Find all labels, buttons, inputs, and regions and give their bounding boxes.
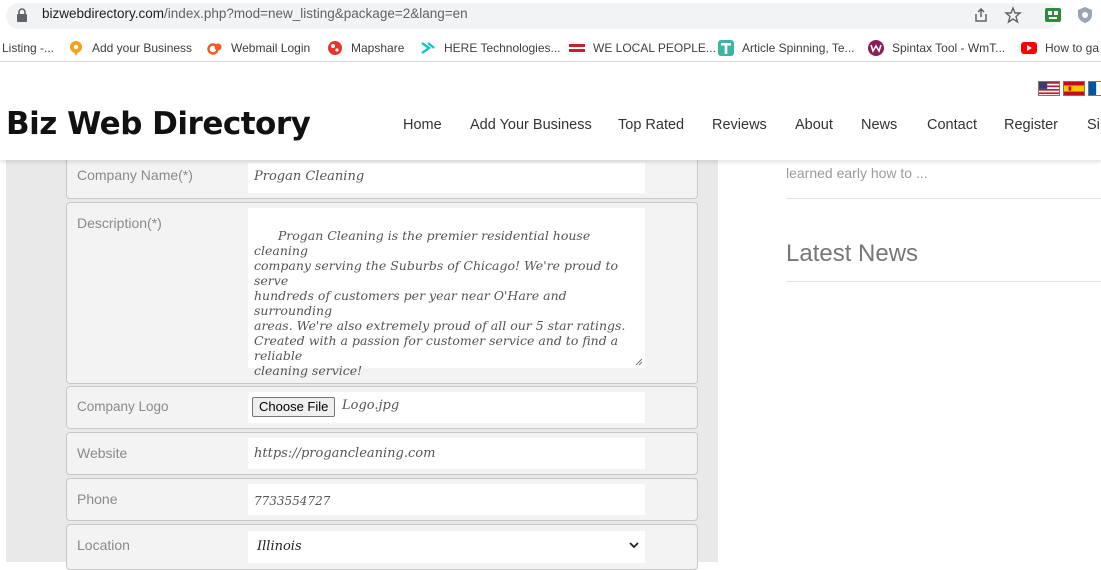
- sidebar-snippet: learned early how to ...: [786, 165, 928, 181]
- company-logo-row: Company Logo Choose File Logo.jpg: [66, 386, 698, 429]
- wmt-icon: [868, 40, 884, 56]
- bookmark-webmail-login[interactable]: Webmail Login: [207, 39, 310, 57]
- sidebar-divider: [786, 198, 1101, 199]
- nav-sign-in[interactable]: Si: [1087, 117, 1100, 133]
- bookmark-article-spinning[interactable]: Article Spinning, Te...: [718, 39, 855, 57]
- bookmark-here-technologies[interactable]: HERE Technologies...: [420, 39, 561, 57]
- company-name-row: Company Name(*) Progan Cleaning: [66, 156, 698, 199]
- bookmark-label: Mapshare: [351, 41, 405, 55]
- nav-add-your-business[interactable]: Add Your Business: [470, 117, 592, 133]
- bookmark-how-to[interactable]: How to ga: [1021, 39, 1099, 57]
- website-row: Website https://progancleaning.com: [66, 432, 698, 475]
- latest-news-heading: Latest News: [786, 240, 919, 267]
- browser-address-bar: bizwebdirectory.com/index.php?mod=new_li…: [0, 0, 1101, 34]
- choose-file-button[interactable]: Choose File: [252, 397, 336, 417]
- description-text: Progan Cleaning is the premier residenti…: [254, 228, 626, 378]
- chevron-down-icon: [629, 542, 639, 549]
- t-icon: [718, 40, 734, 56]
- flag-us-icon[interactable]: [1038, 81, 1060, 96]
- website-input[interactable]: https://progancleaning.com: [248, 438, 645, 469]
- site-logo[interactable]: Biz Web Directory: [6, 106, 311, 142]
- bookmark-label: Spintax Tool - WmT...: [892, 41, 1006, 55]
- mapshare-icon: [328, 41, 342, 55]
- description-textarea[interactable]: Progan Cleaning is the premier residenti…: [248, 208, 645, 378]
- bookmark-mapshare[interactable]: Mapshare: [327, 39, 404, 57]
- phone-row: Phone 7733554727: [66, 478, 698, 521]
- listing-form: Company Name(*) Progan Cleaning Descript…: [6, 156, 718, 570]
- resize-handle-icon[interactable]: [635, 358, 643, 366]
- bookmark-label: Add your Business: [92, 41, 193, 55]
- location-pin-icon: [70, 41, 82, 56]
- nav-news[interactable]: News: [861, 117, 897, 133]
- description-row: Description(*) Progan Cleaning is the pr…: [66, 202, 698, 384]
- bookmark-add-your-business[interactable]: Add your Business: [68, 39, 192, 57]
- company-name-input[interactable]: Progan Cleaning: [248, 163, 645, 193]
- bookmark-label: HERE Technologies...: [444, 41, 561, 55]
- shield-extension-icon[interactable]: [1076, 6, 1094, 24]
- selected-file-name: Logo.jpg: [342, 398, 400, 413]
- bookmark-label: Article Spinning, Te...: [742, 41, 855, 55]
- bookmarks-bar: Listing -... Add your Business Webmail L…: [0, 34, 1101, 62]
- bookmark-spintax-tool[interactable]: Spintax Tool - WmT...: [868, 39, 1005, 57]
- cpanel-icon: [207, 43, 222, 55]
- bookmark-listing[interactable]: Listing -...: [2, 39, 54, 57]
- company-name-label: Company Name(*): [77, 167, 193, 183]
- nav-register[interactable]: Register: [1004, 117, 1058, 133]
- flag-es-icon[interactable]: [1063, 81, 1085, 96]
- phone-label: Phone: [77, 491, 118, 507]
- nav-top-rated[interactable]: Top Rated: [618, 117, 684, 133]
- nav-home[interactable]: Home: [403, 117, 442, 133]
- website-label: Website: [77, 445, 128, 461]
- company-logo-label: Company Logo: [77, 399, 169, 414]
- share-icon[interactable]: [972, 6, 990, 24]
- company-logo-file-input: Choose File Logo.jpg: [248, 392, 645, 423]
- location-select[interactable]: Illinois: [248, 531, 645, 563]
- url-path: /index.php?mod=new_listing&package=2&lan…: [164, 6, 468, 21]
- nav-contact[interactable]: Contact: [927, 117, 977, 133]
- bookmark-label: How to ga: [1045, 41, 1100, 55]
- site-header: Biz Web Directory Home Add Your Business…: [0, 62, 1101, 160]
- bookmark-we-local-people[interactable]: WE LOCAL PEOPLE...: [569, 39, 716, 57]
- latest-news-divider: [786, 281, 1101, 282]
- location-selected-value: Illinois: [257, 539, 302, 554]
- url-host: bizwebdirectory.com: [42, 6, 165, 21]
- flag-fr-icon[interactable]: [1088, 81, 1101, 96]
- nav-about[interactable]: About: [795, 117, 833, 133]
- location-label: Location: [77, 537, 130, 553]
- youtube-icon: [1021, 42, 1037, 54]
- lock-icon[interactable]: [16, 8, 28, 22]
- location-row: Location Illinois: [66, 524, 698, 570]
- extension-robot-icon[interactable]: [1044, 6, 1062, 24]
- flag-icon: [569, 44, 585, 52]
- bookmark-label: Webmail Login: [231, 41, 311, 55]
- description-label: Description(*): [77, 215, 162, 231]
- star-bookmark-icon[interactable]: [1004, 6, 1022, 24]
- bookmark-label: Listing -...: [2, 41, 55, 55]
- phone-input[interactable]: 7733554727: [248, 484, 645, 515]
- bookmark-label: WE LOCAL PEOPLE...: [593, 41, 716, 55]
- here-icon: [421, 42, 435, 54]
- url-text[interactable]: bizwebdirectory.com/index.php?mod=new_li…: [42, 6, 468, 21]
- nav-reviews[interactable]: Reviews: [712, 117, 767, 133]
